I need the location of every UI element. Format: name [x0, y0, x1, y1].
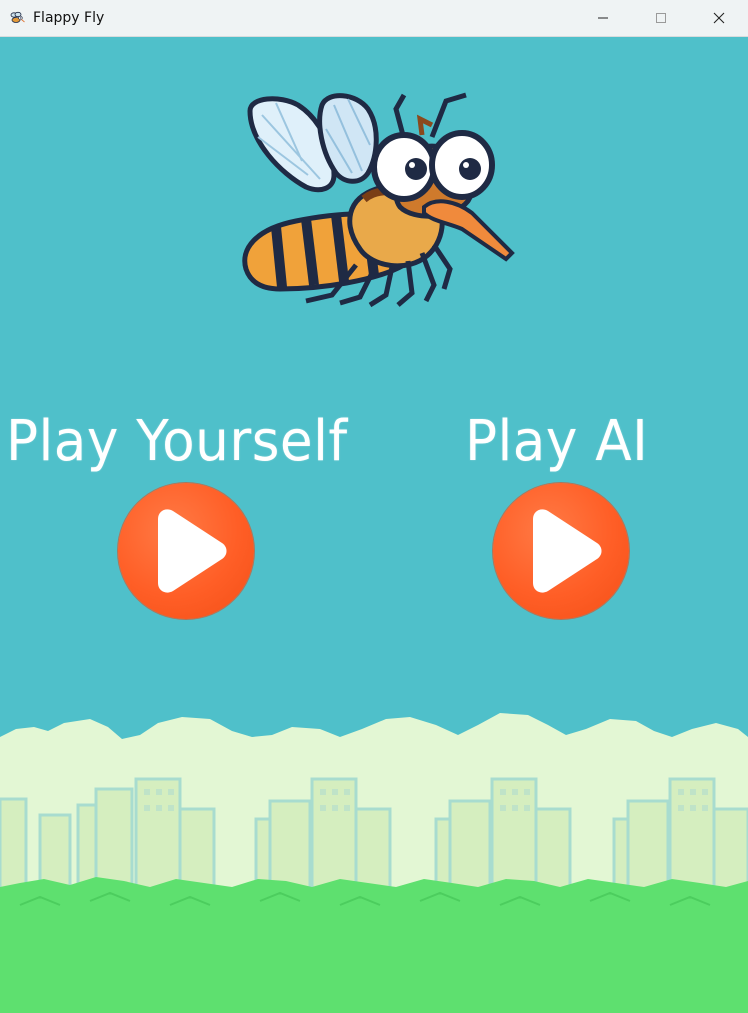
- game-canvas: Play Yourself Play AI: [0, 37, 748, 1013]
- play-triangle-icon: [158, 509, 227, 593]
- minimize-button[interactable]: [574, 0, 632, 36]
- play-yourself-label: Play Yourself: [6, 409, 348, 474]
- play-yourself-button[interactable]: [118, 483, 254, 619]
- background-scenery: [0, 713, 748, 1013]
- mosquito-character: [242, 92, 515, 308]
- play-triangle-icon: [533, 509, 602, 593]
- maximize-icon: [656, 13, 666, 23]
- close-icon: [713, 12, 725, 24]
- window-titlebar[interactable]: Flappy Fly: [0, 0, 748, 37]
- window-controls: [574, 0, 748, 36]
- play-ai-button[interactable]: [493, 483, 629, 619]
- play-ai-label: Play AI: [465, 409, 649, 474]
- app-fly-icon: [10, 11, 25, 23]
- close-button[interactable]: [690, 0, 748, 36]
- window-title: Flappy Fly: [33, 10, 105, 26]
- grass: [0, 877, 748, 1013]
- minimize-icon: [598, 17, 608, 19]
- maximize-button[interactable]: [632, 0, 690, 36]
